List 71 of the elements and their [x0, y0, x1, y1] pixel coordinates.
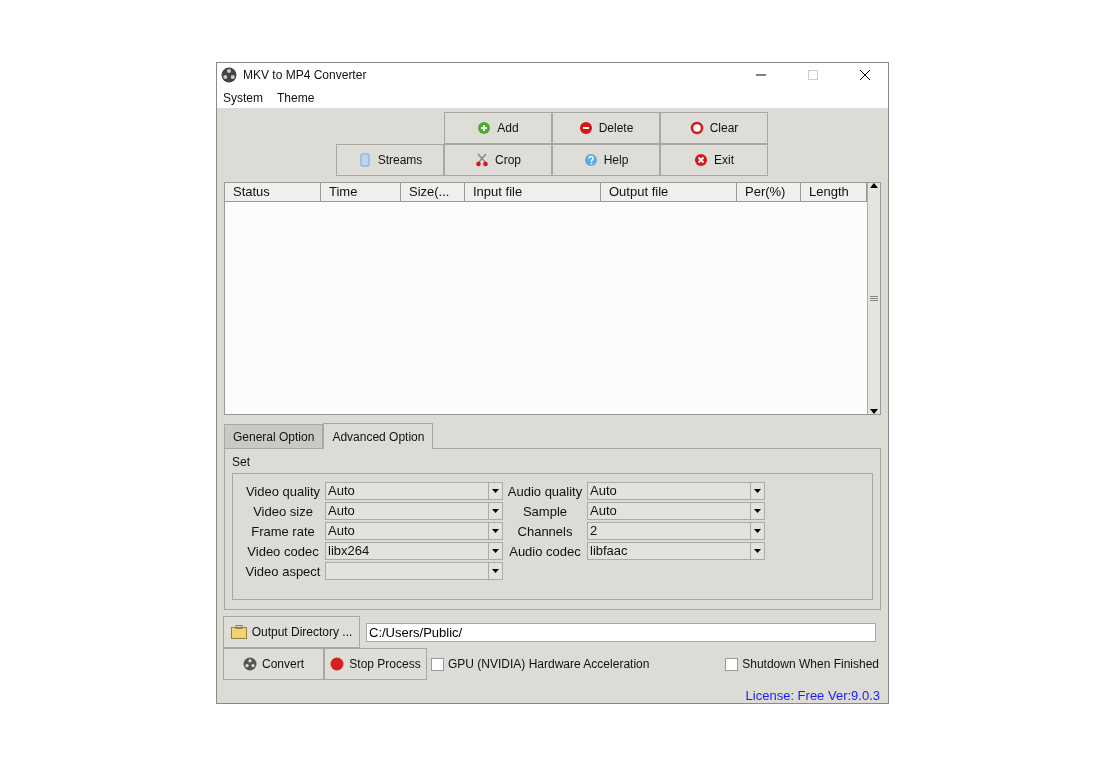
field-label: Audio codec [508, 543, 582, 559]
minus-icon [578, 121, 593, 135]
field-label: Video codec [246, 543, 320, 559]
scrollbar[interactable] [867, 183, 880, 414]
dropdown-arrow-icon [492, 489, 499, 493]
group-label: Set [232, 455, 251, 469]
dropdown[interactable]: 2 [587, 522, 765, 540]
dropdown[interactable] [325, 562, 503, 580]
dropdown-arrow-icon [492, 509, 499, 513]
close-icon [860, 70, 870, 80]
dropdown-arrow-icon [754, 549, 761, 553]
field-label: Video aspect [244, 563, 322, 579]
column-header[interactable]: Size(... [401, 183, 465, 202]
dropdown[interactable]: libx264 [325, 542, 503, 560]
dropdown-arrow-icon [754, 529, 761, 533]
action-button[interactable]: Convert [223, 648, 324, 680]
toolbar-button[interactable]: Help [552, 144, 660, 176]
dropdown-arrow-icon [492, 549, 499, 553]
field-label: Sample [521, 503, 569, 519]
dropdown-arrow-icon [754, 509, 761, 513]
output-directory-button[interactable]: Output Directory ... [223, 616, 360, 648]
dropdown-arrow-icon [754, 489, 761, 493]
toolbar-button[interactable]: Add [444, 112, 552, 144]
toolbar-button[interactable]: Streams [336, 144, 444, 176]
checkbox[interactable]: GPU (NVIDIA) Hardware Acceleration [431, 657, 650, 671]
menu-item[interactable]: Theme [277, 90, 315, 105]
scissors-icon [475, 153, 489, 167]
dropdown[interactable]: libfaac [587, 542, 765, 560]
folder-icon [230, 625, 247, 639]
column-header[interactable]: Output file [601, 183, 737, 202]
down-arrow-icon [870, 409, 878, 414]
dropdown[interactable]: Auto [325, 482, 503, 500]
license-text: License: Free Ver:9.0.3 [745, 688, 880, 703]
field-label: Audio quality [506, 483, 584, 499]
toolbar-button[interactable]: Delete [552, 112, 660, 144]
field-label: Video quality [244, 483, 322, 499]
up-arrow-icon [870, 183, 878, 188]
column-header[interactable]: Input file [465, 183, 601, 202]
dropdown-arrow-icon [492, 529, 499, 533]
dropdown-arrow-icon [492, 569, 499, 573]
field-label: Video size [252, 503, 314, 519]
toolbar-button[interactable]: Crop [444, 144, 552, 176]
stop-icon [330, 657, 345, 671]
toolbar-button[interactable]: Exit [660, 144, 768, 176]
dropdown[interactable]: Auto [325, 522, 503, 540]
tab[interactable]: Advanced Option [323, 423, 434, 449]
ring-icon [689, 121, 704, 135]
plus-icon [477, 121, 492, 135]
action-button[interactable]: Stop Process [324, 648, 427, 680]
column-header[interactable]: Time [321, 183, 401, 202]
help-icon [583, 153, 598, 167]
menu-item[interactable]: System [223, 90, 263, 105]
path-field[interactable]: C:/Users/Public/ [366, 622, 876, 642]
column-header[interactable]: Length [801, 183, 867, 202]
column-header[interactable]: Per(%) [737, 183, 801, 202]
maximize-icon [808, 70, 818, 80]
film-reel-icon [243, 657, 257, 671]
close-icon [694, 153, 708, 167]
field-label: Frame rate [250, 523, 316, 539]
grip-icon [870, 295, 878, 302]
book-icon [357, 153, 372, 167]
window-title: MKV to MP4 Converter [243, 68, 368, 82]
dropdown[interactable]: Auto [587, 482, 765, 500]
dropdown[interactable]: Auto [325, 502, 503, 520]
column-header[interactable]: Status [225, 183, 321, 202]
tab[interactable]: General Option [224, 424, 324, 448]
field-label: Channels [516, 523, 574, 539]
checkbox[interactable]: Shutdown When Finished [725, 657, 879, 671]
dropdown[interactable]: Auto [587, 502, 765, 520]
film-reel-icon [221, 67, 237, 83]
toolbar-button[interactable]: Clear [660, 112, 768, 144]
